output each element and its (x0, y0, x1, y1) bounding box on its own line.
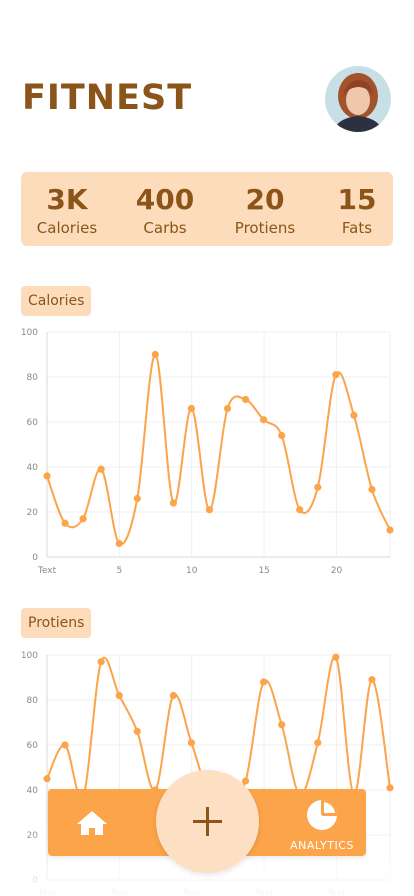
protiens-chart-tag: Protiens (21, 608, 92, 638)
data-point (314, 483, 322, 491)
calories-chart-tag: Calories (21, 286, 92, 316)
data-point (61, 519, 69, 527)
pie-chart-icon (307, 800, 337, 830)
data-point (278, 431, 286, 440)
y-tick-label: 60 (27, 741, 39, 751)
data-point (205, 506, 214, 514)
data-point (79, 515, 87, 523)
calories-chart: 0 20 40 60 80 100 Text 5 10 15 20 (0, 320, 414, 585)
x-tick-label: Text (109, 889, 129, 896)
data-point (241, 395, 250, 404)
data-point (43, 472, 51, 480)
data-point (260, 678, 268, 686)
calories-line-chart: 0 20 40 60 80 100 Text 5 10 15 20 (21, 328, 394, 576)
y-tick-label: 80 (27, 373, 39, 383)
stat-value: 400 (135, 183, 195, 216)
data-point (97, 658, 105, 666)
y-tick-label: 60 (27, 418, 39, 428)
stat-carbs: 400 Carbs (131, 182, 199, 238)
data-point (368, 676, 376, 684)
data-point (61, 741, 69, 749)
stat-label: Protiens (234, 219, 296, 237)
avatar[interactable] (325, 66, 391, 132)
y-tick-label: 0 (32, 553, 38, 563)
data-point (314, 739, 322, 747)
y-tick-label: 0 (32, 876, 38, 886)
data-point (151, 350, 159, 359)
stat-label: Fats (341, 219, 373, 237)
nutrition-summary-card: 3K Calories 400 Carbs 20 Protiens 15 Fat… (21, 172, 393, 246)
app-title: FITNEST (22, 78, 193, 118)
data-point (386, 526, 394, 534)
data-point (260, 416, 268, 424)
data-point (43, 775, 51, 783)
stat-fats: 15 Fats (335, 182, 379, 238)
x-tick-label: 5 (116, 566, 122, 576)
data-point (278, 721, 286, 729)
x-tick-label: 20 (331, 566, 343, 576)
stat-value: 3K (46, 183, 88, 216)
data-point (133, 494, 141, 503)
stat-calories: 3K Calories (35, 182, 99, 238)
data-point (368, 485, 376, 494)
data-point (187, 404, 196, 413)
y-tick-label: 20 (27, 831, 39, 841)
y-tick-label: 20 (27, 508, 39, 518)
stat-value: 15 (337, 183, 377, 216)
y-tick-label: 40 (27, 786, 39, 796)
profile-photo (325, 66, 391, 132)
y-tick-label: 40 (27, 463, 39, 473)
data-point (296, 506, 304, 514)
x-tick-label: 10 (186, 566, 198, 576)
plus-icon-vertical (206, 807, 209, 836)
data-point (115, 691, 123, 700)
x-tick-label: 15 (258, 566, 269, 576)
x-tick-label: Text (254, 889, 274, 896)
data-point (169, 499, 177, 507)
x-tick-label: Text (326, 889, 346, 896)
data-point (187, 739, 196, 747)
data-point (133, 727, 141, 736)
data-point (115, 539, 123, 548)
home-icon (77, 811, 107, 835)
stat-protiens: 20 Protiens (231, 182, 299, 238)
data-point (97, 465, 105, 473)
x-tick-label: Text (37, 566, 57, 576)
add-entry-button[interactable] (156, 770, 259, 873)
data-point (332, 371, 340, 379)
stat-label: Calories (36, 219, 98, 237)
data-point (386, 784, 394, 792)
y-tick-label: 80 (27, 696, 39, 706)
data-point (223, 404, 232, 413)
data-point (169, 691, 177, 700)
series-line (46, 353, 391, 546)
x-tick-label: Text (37, 889, 57, 896)
data-point (332, 653, 340, 661)
x-tick-label: Text (182, 889, 202, 896)
y-tick-label: 100 (21, 651, 38, 661)
y-tick-label: 100 (21, 328, 38, 338)
data-point (350, 411, 358, 419)
stat-label: Carbs (143, 219, 187, 237)
stat-value: 20 (245, 183, 285, 216)
analytics-label: ANALYTICS (290, 839, 354, 852)
home-button[interactable] (72, 806, 112, 838)
analytics-button[interactable]: ANALYTICS (286, 799, 358, 852)
